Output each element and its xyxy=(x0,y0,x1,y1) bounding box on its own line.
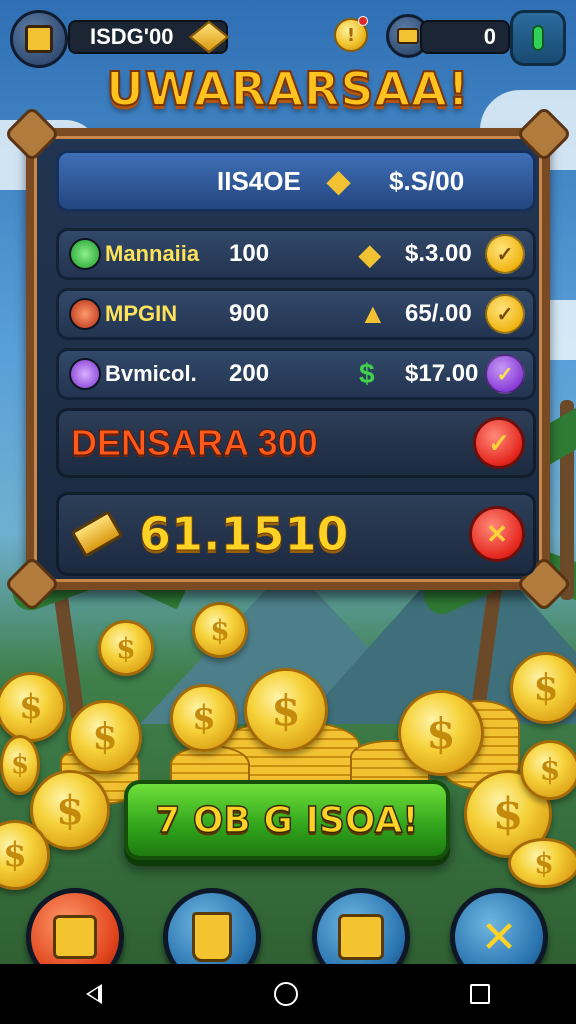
check-icon: ✓ xyxy=(488,427,510,458)
check-icon: ✓ xyxy=(496,303,514,326)
item-qty: 100 xyxy=(229,240,270,267)
special-offer-row[interactable]: DENSARA 300 ✓ xyxy=(56,408,536,478)
gold-bar-icon: ▲ xyxy=(359,298,387,329)
puzzle-icon xyxy=(53,915,97,959)
home-icon[interactable] xyxy=(274,982,298,1006)
item-qty: 900 xyxy=(229,300,270,327)
item-price: $.3.00 xyxy=(405,240,472,267)
collect-button[interactable]: 7 OB G ISOA! xyxy=(124,780,450,860)
gold-nugget-icon: ◆ xyxy=(359,238,381,270)
back-icon[interactable] xyxy=(86,984,102,1004)
recent-apps-icon[interactable] xyxy=(470,984,490,1004)
purple-orb-icon xyxy=(69,358,101,390)
dollar-icon: $ xyxy=(359,358,375,389)
top-bar: ISDG'00 ! 0 xyxy=(10,10,566,70)
close-button[interactable]: ✕ xyxy=(469,506,525,562)
shop-item-row[interactable]: MPGIN 900 ▲ 65/.00 ✓ xyxy=(56,288,536,340)
item-name: Mannaiia xyxy=(105,241,200,266)
gems-value: 0 xyxy=(483,24,496,49)
green-bar-icon xyxy=(532,25,544,51)
panel-header: IIS4OE ◆ $.S/00 xyxy=(56,150,536,212)
gems-counter: 0 xyxy=(420,20,510,54)
buy-button[interactable]: ✓ xyxy=(485,234,525,274)
gold-nugget-icon: ◆ xyxy=(327,164,351,198)
notification-dot xyxy=(358,16,368,26)
menu-button[interactable] xyxy=(510,10,566,66)
item-name: Bvmicol. xyxy=(105,361,197,386)
page-title: UWARARSAA! xyxy=(105,61,470,117)
item-name: MPGIN xyxy=(105,301,178,326)
scroll-icon[interactable] xyxy=(10,10,68,68)
scroll-icon xyxy=(338,914,384,960)
item-price: $17.00 xyxy=(405,360,479,387)
shop-panel: IIS4OE ◆ $.S/00 Mannaiia 100 ◆ $.3.00 ✓ … xyxy=(3,105,573,613)
tools-icon: ✕ xyxy=(480,911,518,963)
shop-item-row[interactable]: Mannaiia 100 ◆ $.3.00 ✓ xyxy=(56,228,536,280)
currency-value: ISDG'00 xyxy=(90,24,174,49)
check-icon: ✓ xyxy=(496,243,514,266)
shop-item-row[interactable]: Bvmicol. 200 $ $17.00 ✓ xyxy=(56,348,536,400)
coin-icon[interactable]: ! xyxy=(334,16,368,52)
buy-button[interactable]: ✓ xyxy=(485,294,525,334)
special-action-button[interactable]: ✓ xyxy=(473,417,525,469)
item-price: 65/.00 xyxy=(405,300,472,327)
total-row: 61.1510 ✕ xyxy=(56,492,536,576)
close-icon: ✕ xyxy=(486,518,508,549)
cup-icon xyxy=(192,912,232,962)
item-qty: 200 xyxy=(229,360,270,387)
gold-bar-icon xyxy=(70,510,124,558)
green-clock-icon xyxy=(69,238,101,270)
red-orb-icon xyxy=(69,298,101,330)
system-nav-bar xyxy=(0,964,576,1024)
header-label: IIS4OE xyxy=(217,165,301,196)
special-label: DENSARA 300 xyxy=(71,422,319,464)
check-icon: ✓ xyxy=(496,363,514,386)
header-price: $.S/00 xyxy=(389,165,465,196)
buy-button[interactable]: ✓ xyxy=(485,354,525,394)
total-value: 61.1510 xyxy=(139,507,350,562)
